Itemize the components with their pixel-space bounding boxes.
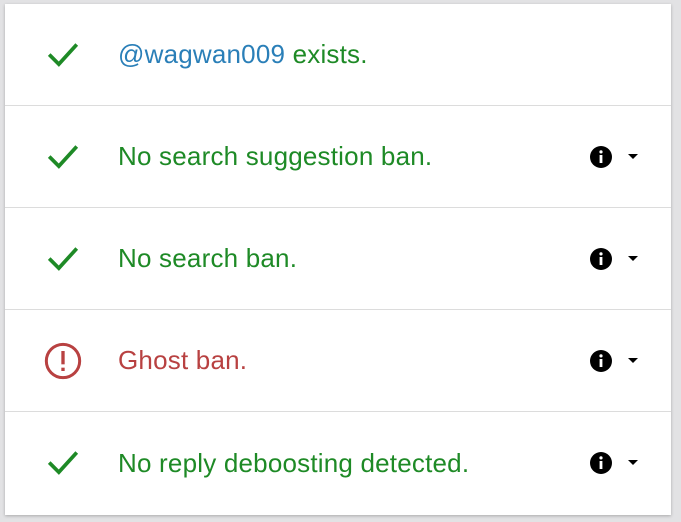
result-text-ghost-ban: Ghost ban. xyxy=(118,345,248,375)
result-row-reply-deboosting: No reply deboosting detected. xyxy=(5,412,671,514)
info-icon[interactable] xyxy=(589,247,613,271)
row-controls xyxy=(589,145,641,169)
result-text-reply-deboosting: No reply deboosting detected. xyxy=(118,447,470,478)
row-controls xyxy=(589,349,641,373)
exists-text: exists. xyxy=(285,39,368,69)
results-card: @wagwan009 exists. No search suggestion … xyxy=(5,4,671,515)
result-text-search-ban: No search ban. xyxy=(118,243,298,273)
info-icon[interactable] xyxy=(589,145,613,169)
row-controls xyxy=(589,451,641,475)
check-icon xyxy=(43,443,83,483)
result-row-exists: @wagwan009 exists. xyxy=(5,4,671,106)
check-icon xyxy=(43,239,83,279)
check-icon xyxy=(43,137,83,177)
caret-down-icon[interactable] xyxy=(625,455,641,471)
caret-down-icon[interactable] xyxy=(625,149,641,165)
check-icon xyxy=(43,35,83,75)
result-text-exists: @wagwan009 exists. xyxy=(118,39,368,70)
caret-down-icon[interactable] xyxy=(625,353,641,369)
caret-down-icon[interactable] xyxy=(625,251,641,267)
username-link[interactable]: @wagwan009 xyxy=(118,39,285,69)
result-row-ghost-ban: Ghost ban. xyxy=(5,310,671,412)
info-icon[interactable] xyxy=(589,451,613,475)
result-row-search-suggestion: No search suggestion ban. xyxy=(5,106,671,208)
info-icon[interactable] xyxy=(589,349,613,373)
page-frame: @wagwan009 exists. No search suggestion … xyxy=(0,0,681,522)
result-row-search-ban: No search ban. xyxy=(5,208,671,310)
alert-circle-icon xyxy=(43,341,83,381)
result-text-search-suggestion: No search suggestion ban. xyxy=(118,141,433,171)
row-controls xyxy=(589,247,641,271)
